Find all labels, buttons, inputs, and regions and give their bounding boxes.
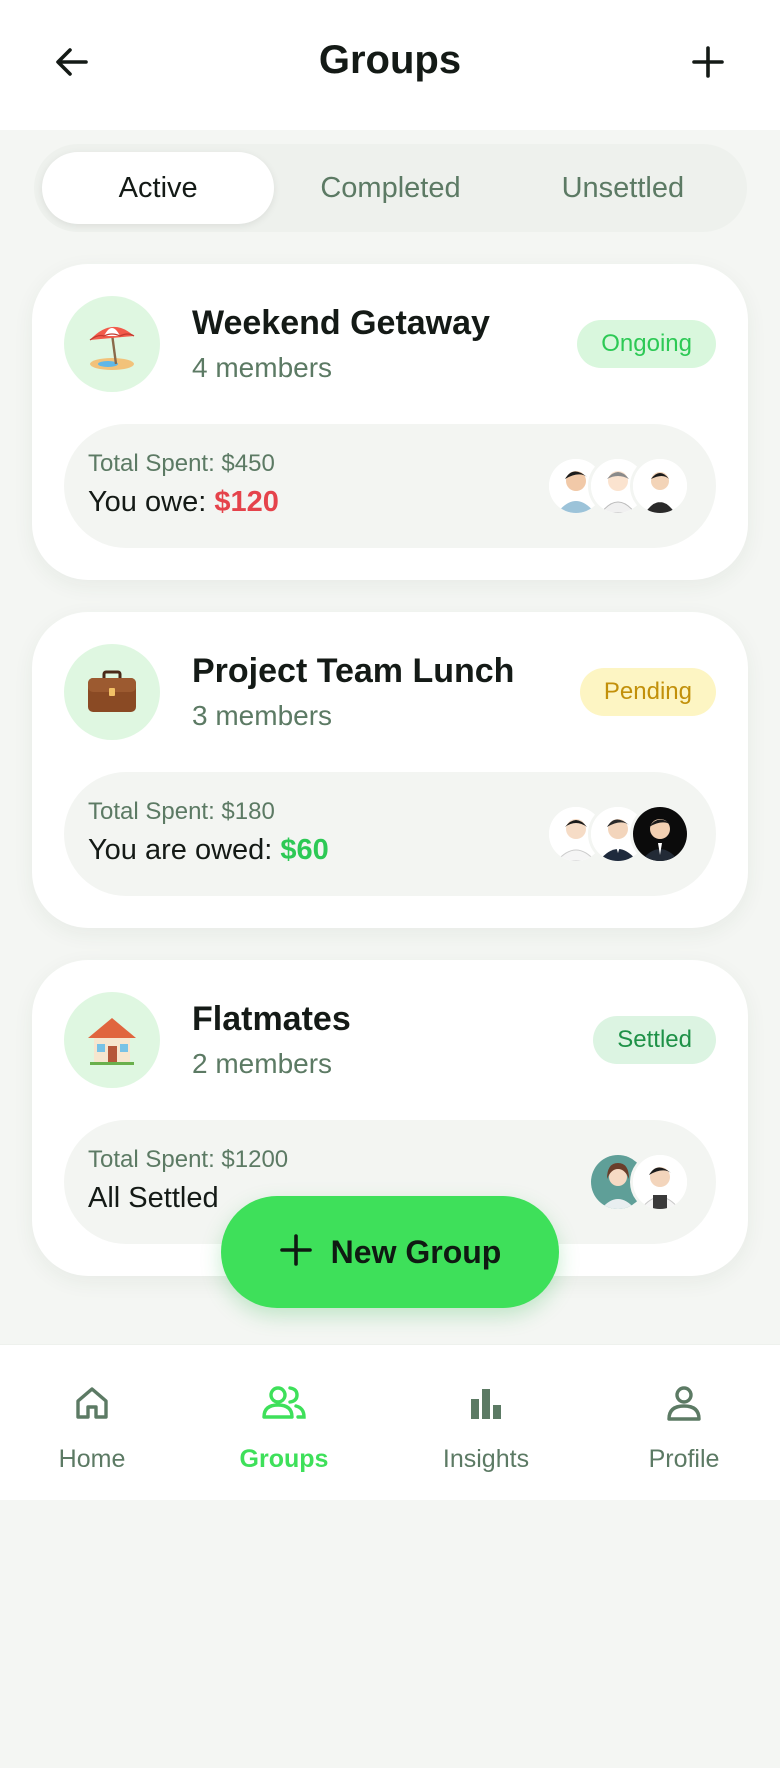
nav-label: Home xyxy=(58,1445,126,1473)
add-group-button[interactable] xyxy=(678,34,738,94)
member-count: 3 members xyxy=(192,700,333,731)
member-count: 4 members xyxy=(192,352,333,383)
status-badge: Settled xyxy=(593,1016,716,1064)
new-group-button[interactable]: New Group xyxy=(221,1196,559,1308)
status-badge: Pending xyxy=(579,668,716,716)
avatar xyxy=(630,1152,690,1212)
users-icon xyxy=(260,1379,308,1427)
group-summary: Total Spent: $450 You owe: $120 xyxy=(64,424,716,548)
tab-completed[interactable]: Completed xyxy=(274,152,506,224)
nav-item-groups[interactable]: Groups xyxy=(204,1345,364,1501)
tab-active[interactable]: Active xyxy=(42,152,275,224)
balance-label: All Settled xyxy=(88,1182,219,1214)
group-card[interactable]: Weekend Getaway 4 members Ongoing Total … xyxy=(32,264,748,580)
total-spent: Total Spent: $180 xyxy=(88,798,275,825)
tab-unsettled[interactable]: Unsettled xyxy=(507,152,739,224)
beach-umbrella-icon xyxy=(64,296,160,392)
plus-icon xyxy=(279,1233,313,1272)
nav-item-profile[interactable]: Profile xyxy=(604,1345,764,1501)
nav-label: Insights xyxy=(442,1445,530,1473)
group-name: Flatmates xyxy=(192,1000,351,1038)
group-summary: Total Spent: $180 You are owed: $60 xyxy=(64,772,716,896)
nav-item-insights[interactable]: Insights xyxy=(406,1345,566,1501)
home-icon xyxy=(72,1379,112,1427)
page-title: Groups xyxy=(318,38,462,82)
bottom-nav: Home Groups Insights Profile xyxy=(0,1344,780,1500)
top-bar: Groups xyxy=(0,0,780,130)
balance-line: All Settled xyxy=(88,1182,219,1215)
member-count: 2 members xyxy=(192,1048,333,1079)
status-tabs: Active Completed Unsettled xyxy=(34,144,747,232)
balance-amount: $60 xyxy=(280,834,329,866)
nav-label: Profile xyxy=(648,1445,720,1473)
status-badge: Ongoing xyxy=(577,320,716,368)
balance-label: You are owed: xyxy=(88,834,281,866)
member-avatars xyxy=(588,1152,690,1212)
plus-icon xyxy=(690,44,726,85)
group-name: Weekend Getaway xyxy=(192,304,490,342)
group-card[interactable]: Project Team Lunch 3 members Pending Tot… xyxy=(32,612,748,928)
member-avatars xyxy=(546,456,690,516)
total-spent: Total Spent: $1200 xyxy=(88,1146,289,1173)
new-group-label: New Group xyxy=(330,1233,502,1270)
balance-line: You owe: $120 xyxy=(88,486,279,519)
house-icon xyxy=(64,992,160,1088)
group-name: Project Team Lunch xyxy=(192,652,515,690)
member-avatars xyxy=(546,804,690,864)
person-icon xyxy=(664,1379,704,1427)
balance-label: You owe: xyxy=(88,486,215,518)
nav-label: Groups xyxy=(239,1445,329,1473)
bar-chart-icon xyxy=(466,1379,506,1427)
balance-line: You are owed: $60 xyxy=(88,834,329,867)
briefcase-icon xyxy=(64,644,160,740)
nav-item-home[interactable]: Home xyxy=(12,1345,172,1501)
balance-amount: $120 xyxy=(214,486,279,518)
avatar xyxy=(630,456,690,516)
total-spent: Total Spent: $450 xyxy=(88,450,275,477)
avatar xyxy=(630,804,690,864)
